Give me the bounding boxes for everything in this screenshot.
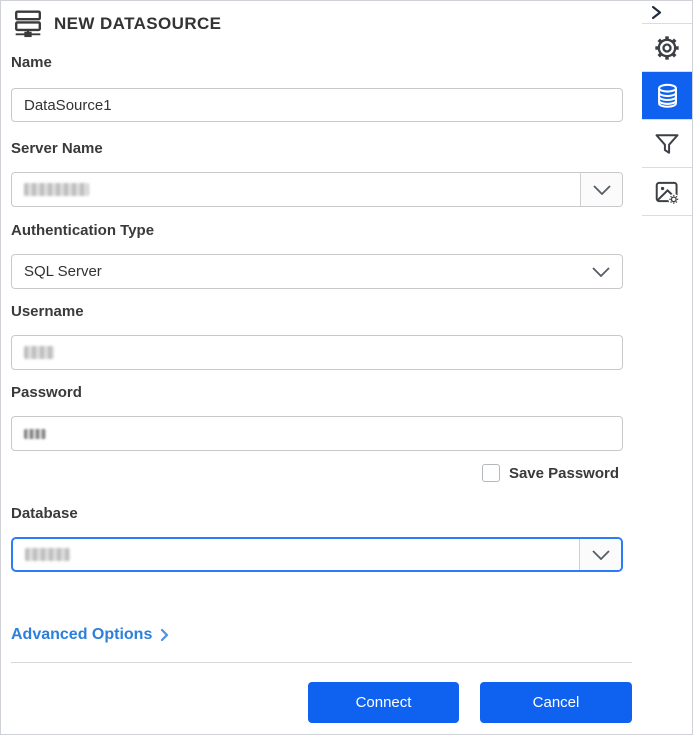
save-password-row: Save Password (11, 463, 623, 483)
chevron-right-icon (161, 628, 169, 642)
server-name-redacted-value (24, 183, 89, 196)
password-masked-value (24, 428, 46, 439)
save-password-checkbox[interactable] (481, 464, 500, 482)
name-input[interactable] (11, 88, 623, 122)
database-label: Database (11, 505, 78, 522)
sidebar-item-image-settings[interactable] (642, 168, 692, 216)
panel-footer: Connect Cancel (1, 662, 642, 734)
auth-type-dropdown[interactable]: SQL Server (11, 254, 623, 289)
page-title: NEW DATASOURCE (54, 14, 222, 33)
datasource-server-icon (13, 10, 43, 38)
connect-button[interactable]: Connect (308, 682, 459, 723)
auth-type-label: Authentication Type (11, 222, 155, 239)
password-label: Password (11, 384, 82, 401)
sidebar-item-filter[interactable] (642, 120, 692, 168)
advanced-options-link[interactable]: Advanced Options (11, 626, 169, 644)
auth-type-dropdown-button[interactable] (580, 255, 622, 288)
sidebar-item-datasource[interactable] (642, 72, 692, 120)
sidebar-item-settings[interactable] (642, 24, 692, 72)
cancel-button[interactable]: Cancel (480, 682, 632, 723)
database-combobox[interactable] (11, 537, 623, 572)
chevron-down-icon (592, 266, 610, 277)
database-dropdown-button[interactable] (579, 539, 621, 570)
chevron-down-icon (592, 184, 611, 195)
server-name-combobox[interactable] (11, 172, 623, 207)
panel-header: NEW DATASOURCE (1, 1, 642, 39)
database-icon (657, 83, 677, 108)
new-datasource-window: NEW DATASOURCE Name Server Name Authenti… (0, 0, 693, 735)
form-area: Name Server Name Authentication Type SQL… (1, 54, 642, 644)
collapse-panel-button[interactable] (642, 1, 692, 24)
chevron-right-icon (651, 5, 662, 19)
password-input[interactable] (11, 416, 623, 451)
database-value[interactable] (13, 539, 579, 570)
gear-icon (655, 35, 679, 60)
username-label: Username (11, 303, 84, 320)
filter-icon (655, 133, 679, 154)
server-name-label: Server Name (11, 140, 103, 157)
database-redacted-value (25, 548, 70, 561)
tools-sidebar (642, 1, 692, 734)
username-redacted-value (24, 346, 54, 359)
save-password-label[interactable]: Save Password (509, 465, 619, 482)
username-input[interactable] (11, 335, 623, 370)
auth-type-value[interactable]: SQL Server (12, 255, 580, 288)
server-name-value[interactable] (12, 173, 580, 206)
chevron-down-icon (591, 549, 610, 560)
new-datasource-panel: NEW DATASOURCE Name Server Name Authenti… (1, 1, 643, 734)
image-gear-icon (655, 181, 680, 205)
name-label: Name (11, 54, 52, 71)
server-name-dropdown-button[interactable] (580, 173, 622, 206)
